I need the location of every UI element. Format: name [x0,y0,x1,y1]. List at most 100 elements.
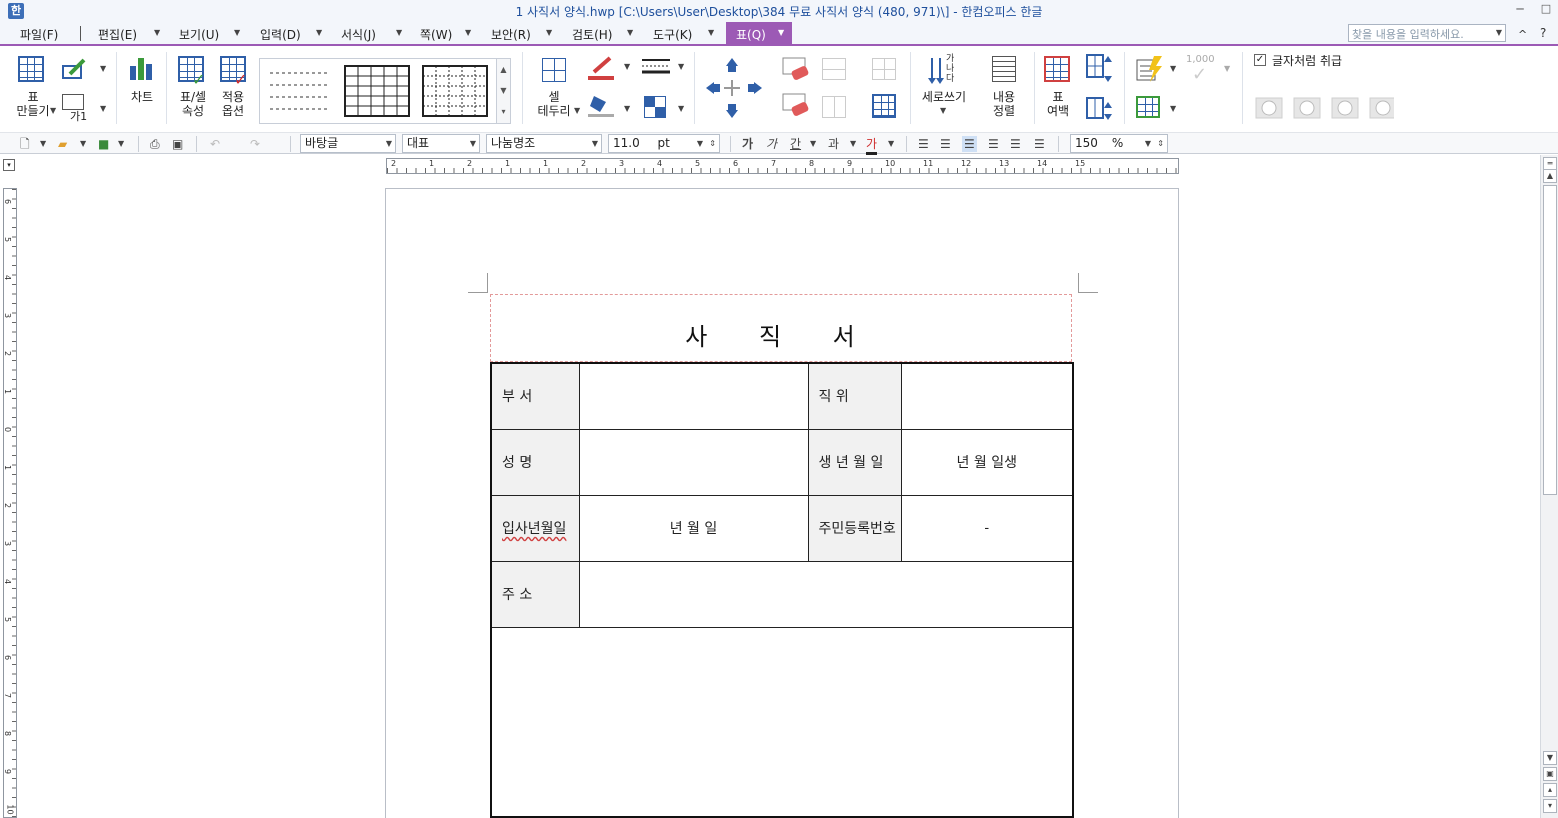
table-cell-value[interactable] [900,362,1074,430]
underline-button[interactable]: 간 [790,136,801,152]
save-icon[interactable]: ■ [98,136,109,152]
print-icon[interactable]: ⎙ [150,136,160,152]
table-cell-label[interactable]: 주민등록번호 [807,494,902,562]
strike-button[interactable]: 과 [828,136,839,152]
align-left-icon[interactable]: ☰ [940,136,951,152]
chevron-down-icon[interactable]: ▼ [386,135,392,152]
table-cell-value[interactable] [578,362,809,430]
delete-row-icon[interactable] [782,56,810,82]
bold-button[interactable]: 가 [742,136,753,152]
cell-shade-icon[interactable] [644,96,666,118]
vertical-ruler[interactable]: 6 5 4 3 2 1 0 1 2 3 4 5 6 7 8 9 10 [3,188,17,818]
menu-tools[interactable]: 도구(K) ▼ [653,26,714,44]
restore-button[interactable]: □ [1538,2,1554,18]
table-cell-label[interactable]: 생 년 월 일 [807,428,902,496]
chart-icon[interactable] [128,56,156,82]
chevron-down-icon[interactable]: ▼ [697,135,703,152]
ruler-corner-button[interactable]: ▾ [3,159,15,171]
table-cell-value[interactable]: 년 월 일 [578,494,809,562]
gallery-scrollbar[interactable]: ▲ ▼ ▾ [496,59,510,123]
style-select[interactable]: 바탕글 ▼ [300,134,396,153]
align-divide-icon[interactable]: ☰ [1034,136,1045,152]
scroll-down-icon[interactable]: ▼ [497,80,510,101]
table-margin-button[interactable]: 표 여백 [1040,90,1076,118]
title-paragraph[interactable]: 사 직 서 [490,294,1072,362]
chevron-down-icon[interactable]: ▼ [50,106,56,115]
resignation-form-table[interactable]: 부 서 직 위 성 명 생 년 월 일 년 월 일생 입사년월일 년 월 일 주… [490,362,1074,818]
chevron-down-icon[interactable]: ▼ [80,136,86,152]
scrollbar-thumb[interactable] [1543,185,1557,495]
apply-options-button[interactable]: 적용 옵션 [216,90,250,118]
line-color-icon[interactable] [588,56,614,82]
align-center-icon[interactable]: ☰ [962,136,977,152]
table-cell-properties-button[interactable]: 표/셀 속성 [174,90,212,118]
spinner-icon[interactable]: ⇕ [709,135,716,152]
cell-border-icon[interactable] [542,58,566,82]
menu-table[interactable]: 표(Q) ▼ [726,22,792,44]
chevron-down-icon[interactable]: ▼ [624,62,630,71]
menu-review[interactable]: 검토(H) ▼ [572,26,633,44]
chevron-down-icon[interactable]: ▼ [546,28,552,37]
chevron-down-icon[interactable]: ▼ [888,136,894,152]
redo-icon[interactable]: ↷ [250,136,260,152]
content-align-icon[interactable] [992,56,1016,82]
row-height-icon[interactable] [1086,54,1112,84]
chevron-down-icon[interactable]: ▼ [810,136,816,152]
chevron-down-icon[interactable]: ▼ [154,28,160,37]
menu-view[interactable]: 보기(U) ▼ [179,26,240,44]
table-cell-label[interactable]: 입사년월일 [490,494,580,562]
italic-button[interactable]: 가 [766,136,777,152]
search-input[interactable]: 찾을 내용을 입력하세요. ▼ [1348,24,1506,42]
table-style-dashed[interactable] [268,65,334,117]
chevron-down-icon[interactable]: ▼ [470,135,476,152]
chevron-down-icon[interactable]: ▼ [678,104,684,113]
calc-table-icon[interactable] [1136,96,1160,118]
menu-edit[interactable]: 편집(E) ▼ [98,26,160,44]
prev-page-icon[interactable]: ▴ [1543,783,1557,797]
table-cell-label[interactable]: 직 위 [807,362,902,430]
menu-page[interactable]: 쪽(W) ▼ [420,26,471,44]
help-icon[interactable]: ? [1540,26,1546,40]
chevron-down-icon[interactable]: ▼ [316,28,322,37]
font-size-input[interactable]: 11.0 pt ▼ ⇕ [608,134,720,153]
align-distribute-icon[interactable]: ☰ [1010,136,1021,152]
formula-icon[interactable] [1136,56,1164,82]
col-width-icon[interactable] [1086,94,1112,122]
table-cell-label[interactable]: 부 서 [490,362,580,430]
chevron-down-icon[interactable]: ▼ [1170,64,1176,73]
fill-color-icon[interactable] [588,92,614,118]
chart-button[interactable]: 차트 [126,90,158,104]
menu-insert[interactable]: 입력(D) ▼ [260,26,322,44]
language-select[interactable]: 대표 ▼ [402,134,480,153]
insert-row-col-icons[interactable] [706,56,766,120]
gallery-expand-icon[interactable]: ▾ [497,101,510,122]
table-cell-body[interactable] [490,626,1074,817]
chevron-down-icon[interactable]: ▼ [592,135,598,152]
chevron-down-icon[interactable]: ▼ [940,106,946,115]
scroll-up-icon[interactable]: ▲ [1543,169,1557,183]
next-page-icon[interactable]: ▾ [1543,799,1557,813]
chevron-down-icon[interactable]: ▼ [627,28,633,37]
scroll-up-icon[interactable]: ▲ [497,59,510,80]
draw-table-icon[interactable] [62,58,88,80]
table-cell-value[interactable] [578,428,809,496]
collapse-ribbon-button[interactable]: ^ [1518,28,1527,41]
chevron-down-icon[interactable]: ▼ [850,136,856,152]
print-preview-icon[interactable]: ▣ [172,136,183,152]
vertical-writing-button[interactable]: 세로쓰기 [916,90,972,104]
chevron-down-icon[interactable]: ▼ [234,28,240,37]
chevron-down-icon[interactable]: ▼ [118,136,124,152]
scroll-down-icon[interactable]: ▼ [1543,751,1557,765]
chevron-down-icon[interactable]: ▼ [465,28,471,37]
content-align-button[interactable]: 내용 정렬 [984,90,1024,118]
line-style-icon[interactable] [642,58,670,78]
font-color-button[interactable]: 가 [866,136,878,155]
new-document-icon[interactable]: 🗋 [20,136,30,152]
chevron-down-icon[interactable]: ▼ [100,104,106,113]
undo-icon[interactable]: ↶ [210,136,220,152]
chevron-down-icon[interactable]: ▼ [1170,104,1176,113]
delete-col-icon[interactable] [782,92,810,118]
chevron-down-icon[interactable]: ▼ [574,106,580,115]
chevron-down-icon[interactable]: ▼ [40,136,46,152]
chevron-down-icon[interactable]: ▼ [396,28,402,37]
